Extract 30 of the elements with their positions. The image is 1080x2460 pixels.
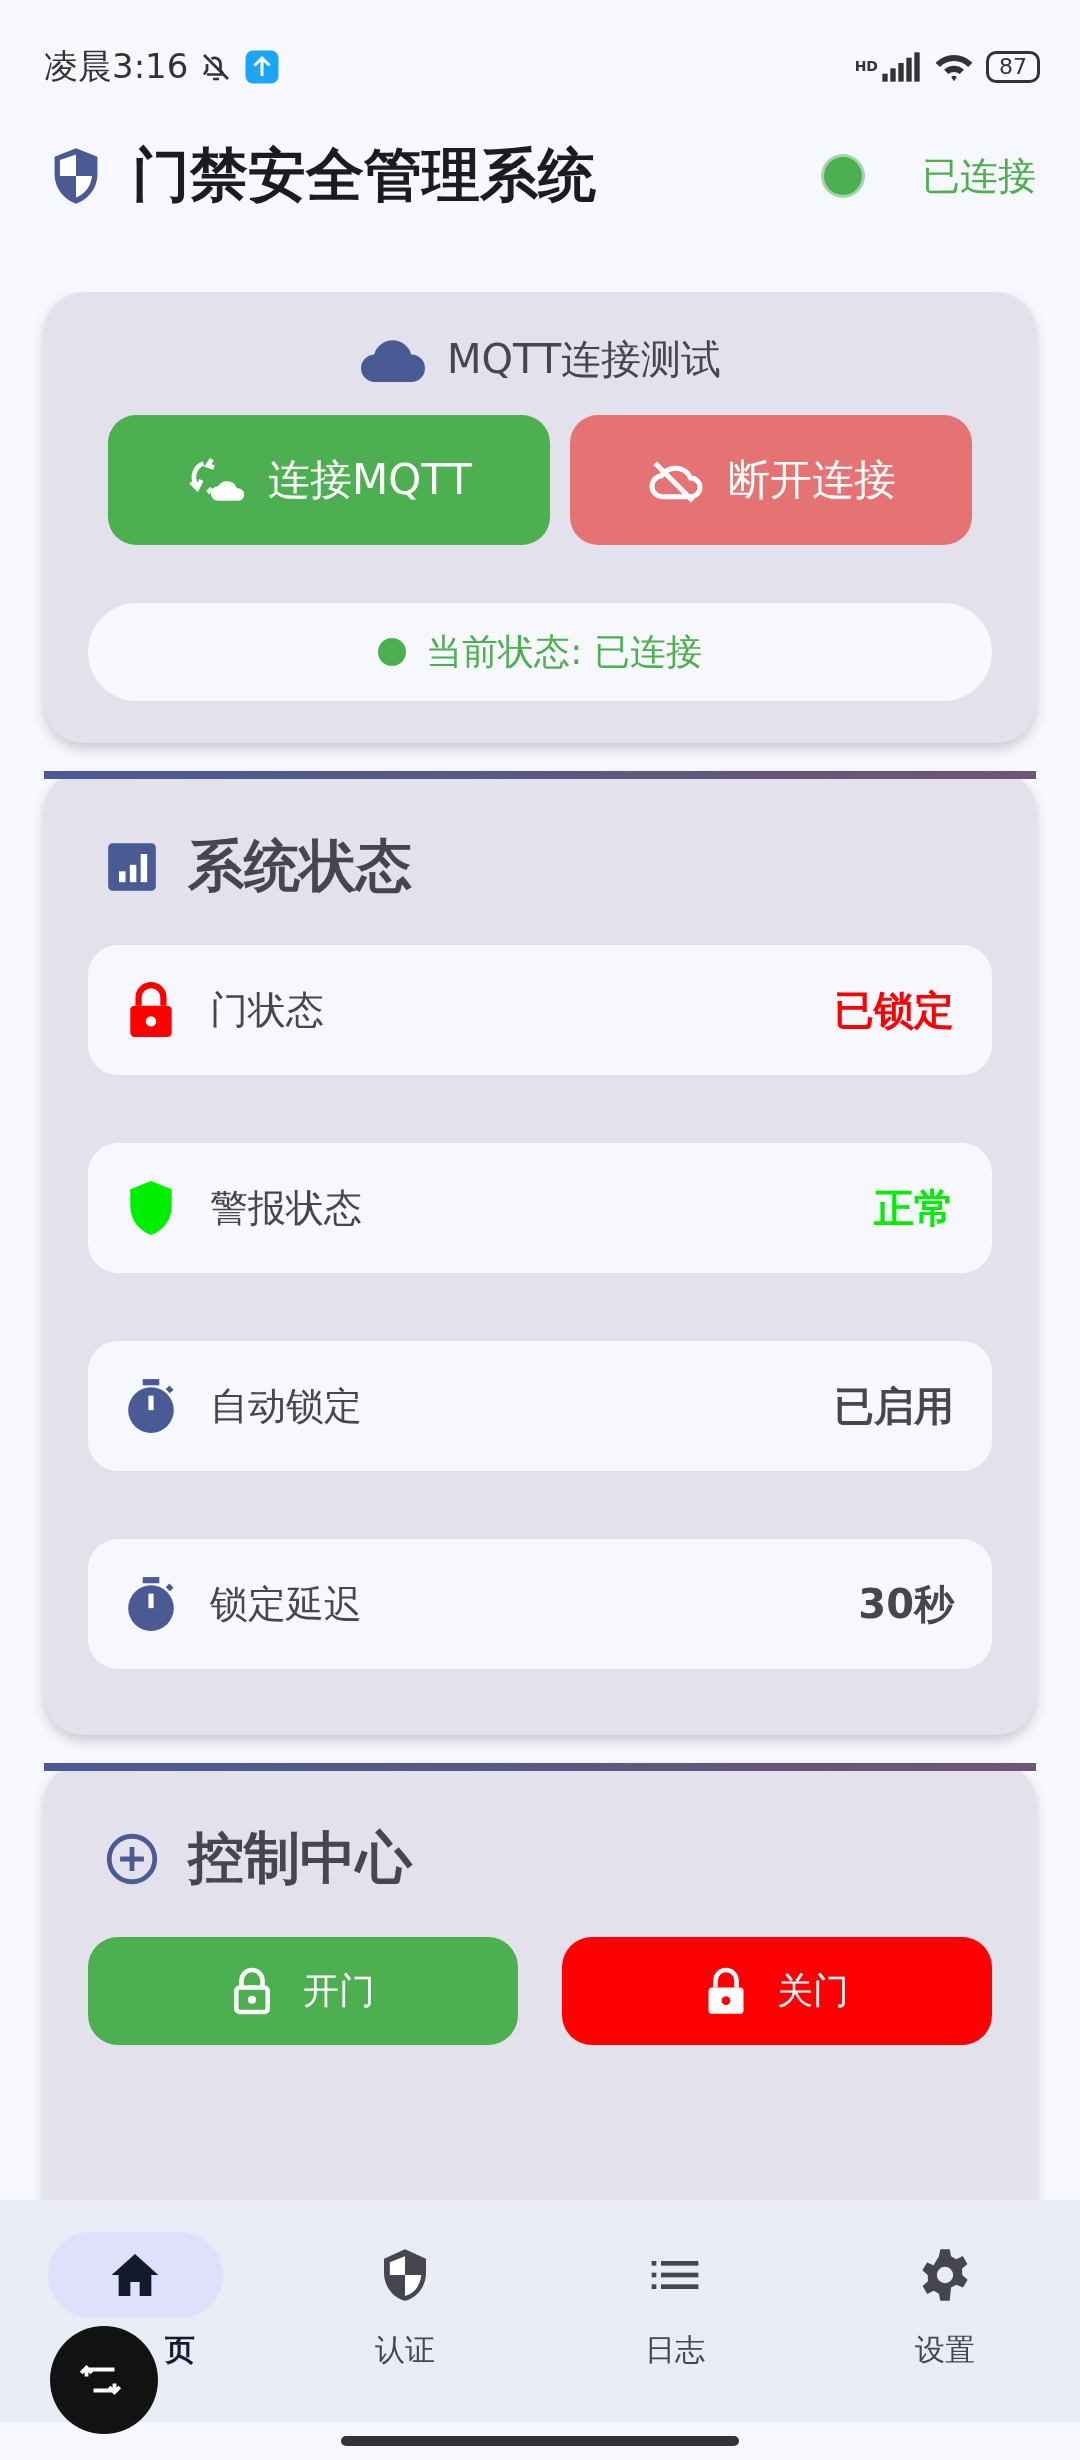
unlock-icon (231, 1965, 273, 2017)
row-label: 门状态 (210, 986, 325, 1034)
card-title: MQTT连接测试 (446, 335, 722, 384)
nav-label[interactable]: 日志 (645, 2330, 705, 2371)
row-label: 锁定延迟 (210, 1580, 363, 1628)
section-title: 控制中心 (188, 1824, 412, 1892)
app-title: 门禁安全管理系统 (132, 140, 597, 211)
signal-icon (880, 51, 922, 83)
section-title: 系统状态 (188, 832, 412, 900)
network-label: HD (854, 58, 878, 74)
chart-icon (106, 841, 158, 893)
nav-label[interactable]: 设置 (915, 2330, 975, 2371)
add-circle-icon (106, 1833, 158, 1885)
cloud-icon (358, 337, 425, 382)
close-door-button[interactable]: 关门 (562, 1937, 992, 2045)
row-label: 自动锁定 (210, 1382, 363, 1430)
nav-label[interactable]: 页 (165, 2330, 195, 2371)
row-value: 已锁定 (834, 985, 954, 1035)
timer-icon (126, 1377, 176, 1435)
nav-label[interactable]: 认证 (375, 2330, 435, 2371)
connection-status: 已连接 (922, 152, 1036, 200)
battery-indicator: 87 (986, 51, 1040, 83)
row-value: 正常 (874, 1183, 954, 1233)
status-text: 当前状态: 已连接 (426, 629, 702, 674)
timer-icon (126, 1575, 176, 1633)
row-value: 已启用 (834, 1381, 954, 1431)
row-value: 30秒 (858, 1579, 954, 1629)
row-label: 警报状态 (210, 1184, 363, 1232)
upload-icon (244, 49, 281, 85)
status-time: 凌晨3:16 (44, 45, 189, 88)
